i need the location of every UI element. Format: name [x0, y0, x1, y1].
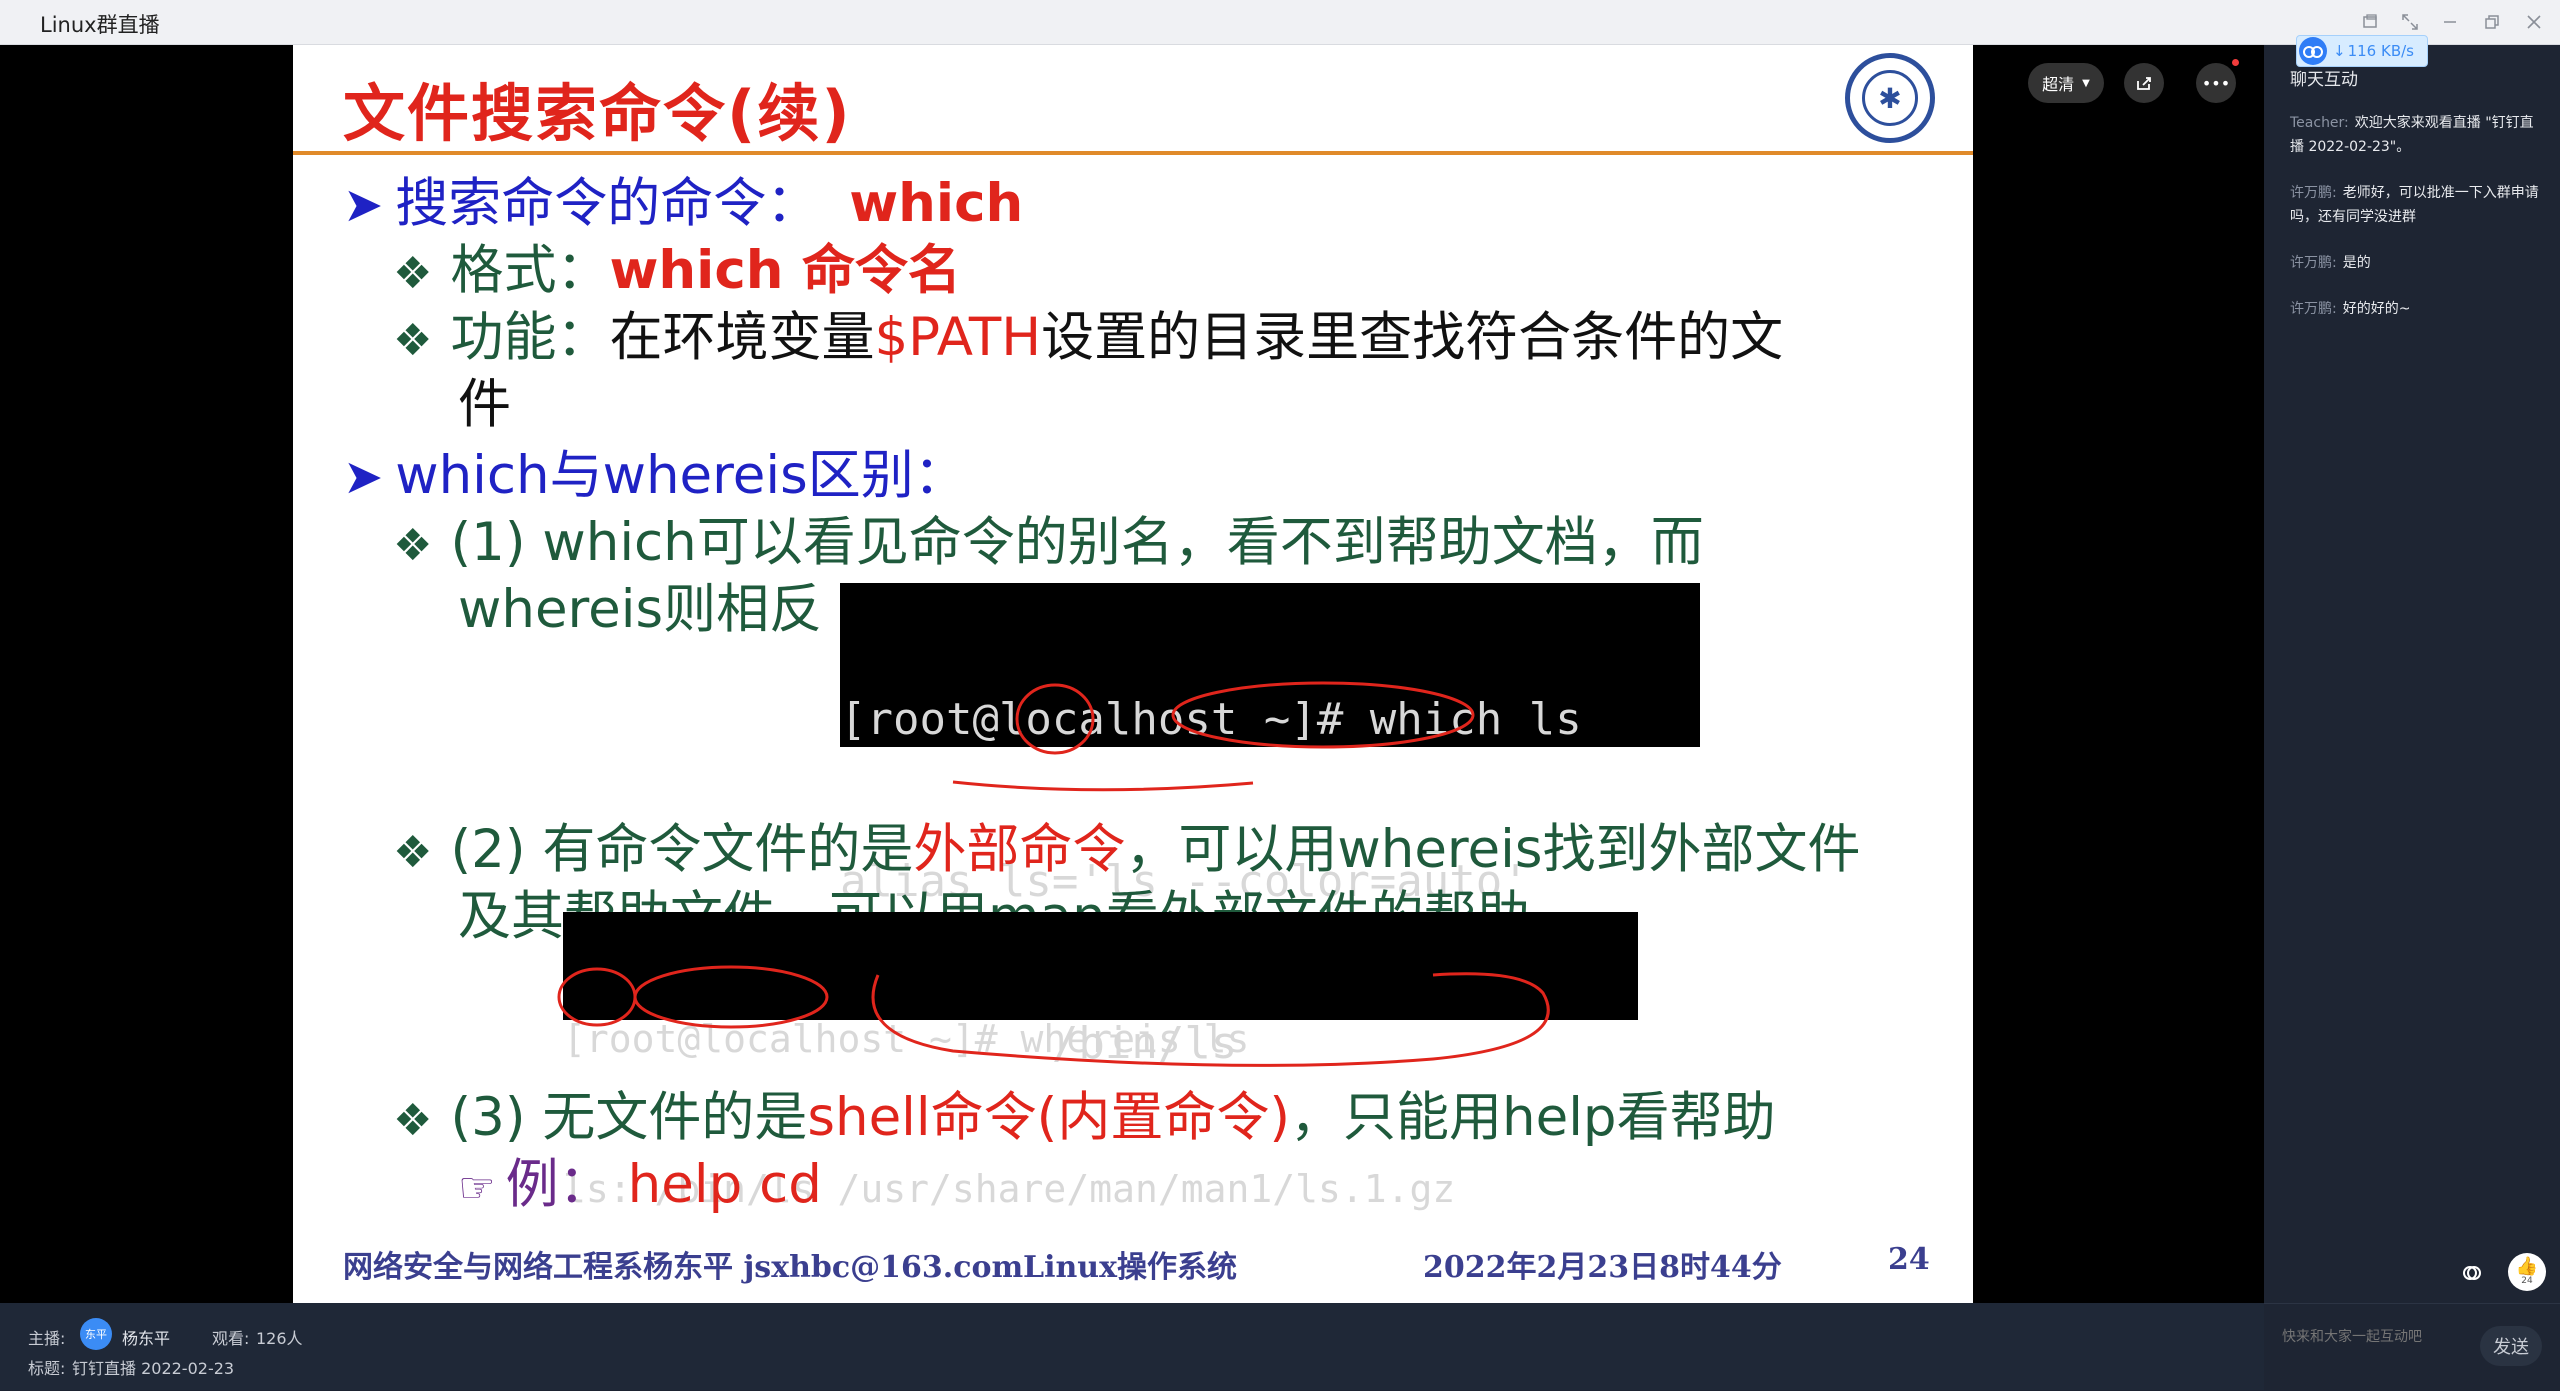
line9-highlight: shell命令(内置命令) — [807, 1087, 1290, 1148]
chat-input[interactable] — [2280, 1328, 2484, 1346]
video-area[interactable]: 文件搜索命令(续) ✱ ➤ 搜索命令的命令： which ❖ 格式：which 命令名… — [0, 45, 2264, 1303]
diamond-bullet-icon: ❖ — [393, 1095, 433, 1146]
diamond-bullet-icon: ❖ — [393, 520, 433, 571]
more-options-button[interactable]: ••• — [2196, 63, 2236, 103]
quality-label: 超清 — [2042, 75, 2075, 94]
share-button[interactable] — [2124, 63, 2164, 103]
live-title: 钉钉直播 2022-02-23 — [72, 1359, 235, 1378]
line5-text: (1) which可以看见命令的别名，看不到帮助文档，而 — [450, 512, 1704, 573]
message-author: Teacher: — [2290, 115, 2349, 131]
line7-text-b: ，可以用whereis找到外部文件 — [1125, 819, 1861, 880]
example-label: 例： — [505, 1154, 612, 1215]
slide-line-1: ➤ 搜索命令的命令： which — [343, 171, 1023, 238]
message-text: 好的好的~ — [2342, 301, 2411, 317]
host-avatar[interactable]: 东平 — [80, 1318, 112, 1350]
caret-down-icon: ▼ — [2082, 77, 2090, 89]
message-text: 是的 — [2342, 255, 2371, 271]
line2-value: which 命令名 — [609, 240, 961, 301]
notification-dot — [2232, 59, 2239, 66]
message-author: 许万鹏: — [2290, 185, 2337, 201]
viewers-label: 观看: — [212, 1329, 250, 1348]
footer-dept: 网络安全与网络工程系杨东平 jsxhbc@163.com — [343, 1250, 1024, 1285]
slide-line-9: ❖ (3) 无文件的是shell命令(内置命令)，只能用help看帮助 — [393, 1085, 1776, 1154]
slide-line-10: ☞ 例： help cd — [458, 1152, 822, 1221]
speed-text: 116 KB/s — [2347, 42, 2414, 60]
slide-line-3-cont: 件 — [458, 374, 511, 435]
university-logo: ✱ — [1845, 53, 1935, 143]
send-button[interactable]: 发送 — [2480, 1326, 2542, 1366]
title-divider — [293, 151, 1973, 155]
share-icon — [2137, 77, 2151, 90]
message-author: 许万鹏: — [2290, 301, 2337, 317]
message-author: 许万鹏: — [2290, 255, 2337, 271]
pointing-hand-icon: ☞ — [458, 1163, 496, 1212]
line1-command: which — [849, 173, 1024, 234]
slide-title: 文件搜索命令(续) — [343, 77, 852, 150]
line7-text-a: (2) 有命令文件的是 — [450, 819, 914, 880]
quality-select[interactable]: 超清 ▼ — [2028, 63, 2104, 103]
diamond-bullet-icon: ❖ — [393, 315, 433, 366]
thumbs-up-icon: 👍 — [2515, 1256, 2539, 1277]
slide-footer: 网络安全与网络工程系杨东平 jsxhbc@163.com Linux操作系统 2… — [343, 1242, 1930, 1286]
footer-date: 2022年2月23日8时44分 — [1423, 1250, 1782, 1285]
line1-label: 搜索命令的命令： — [395, 173, 820, 234]
red-annotation-marks — [952, 681, 1475, 792]
network-speed-badge: ↓ 116 KB/s — [2296, 35, 2428, 67]
footer-course: Linux操作系统 — [1023, 1250, 1237, 1285]
line3-var: $PATH — [874, 307, 1042, 368]
slide-line-2: ❖ 格式：which 命令名 — [393, 238, 961, 307]
like-button[interactable]: 👍 24 — [2508, 1253, 2546, 1291]
line3-text-a: 在环境变量 — [609, 307, 875, 368]
slide-line-3: ❖ 功能：在环境变量$PATH设置的目录里查找符合条件的文 — [393, 305, 1783, 374]
footer-page-number: 24 — [1888, 1242, 1930, 1277]
chat-message: 许万鹏: 好的好的~ — [2290, 297, 2540, 321]
chat-message: Teacher: 欢迎大家来观看直播 "钉钉直播 2022-02-23"。 — [2290, 111, 2540, 159]
host-name: 杨东平 — [122, 1329, 171, 1348]
like-count: 24 — [2521, 1276, 2533, 1286]
link-icon[interactable] — [2456, 1257, 2488, 1289]
live-info-bar: 主播: 杨东平 观看: 126人 标题: 钉钉直播 2022-02-23 — [0, 1303, 2264, 1390]
host-label: 主播: — [28, 1329, 66, 1348]
logo-emblem-icon: ✱ — [1862, 70, 1918, 126]
line9-text-a: (3) 无文件的是 — [450, 1087, 808, 1148]
example-value: help cd — [627, 1154, 822, 1215]
line2-label: 格式： — [450, 240, 610, 301]
chat-title: 聊天互动 — [2290, 70, 2358, 90]
line4-text: which与whereis区别： — [395, 445, 967, 506]
presentation-slide: 文件搜索命令(续) ✱ ➤ 搜索命令的命令： which ❖ 格式：which 命令名… — [293, 45, 1973, 1303]
line9-text-b: ，只能用help看帮助 — [1290, 1087, 1776, 1148]
arrow-bullet-icon: ➤ — [343, 449, 384, 505]
diamond-bullet-icon: ❖ — [393, 827, 433, 878]
chat-message: 许万鹏: 是的 — [2290, 251, 2540, 275]
viewer-count: 126人 — [256, 1329, 303, 1348]
download-arrow-icon: ↓ — [2333, 42, 2346, 60]
line3-label: 功能： — [450, 307, 610, 368]
red-annotation-marks-2 — [557, 965, 1550, 1067]
minimize-icon[interactable] — [2432, 4, 2468, 40]
window-title: Linux群直播 — [40, 13, 160, 37]
slide-line-7: ❖ (2) 有命令文件的是外部命令，可以用whereis找到外部文件 — [393, 817, 1861, 886]
chat-panel: 聊天互动 Teacher: 欢迎大家来观看直播 "钉钉直播 2022-02-23"… — [2264, 45, 2560, 1390]
diamond-bullet-icon: ❖ — [393, 248, 433, 299]
slide-line-4: ➤ which与whereis区别： — [343, 443, 967, 510]
close-icon[interactable] — [2516, 4, 2552, 40]
line7-highlight: 外部命令 — [913, 819, 1126, 880]
title-bar: Linux群直播 — [0, 0, 2560, 45]
line3-text-b: 设置的目录里查找符合条件的文 — [1041, 307, 1784, 368]
restore-icon[interactable] — [2474, 4, 2510, 40]
title-label: 标题: — [28, 1359, 66, 1378]
slide-line-6: whereis则相反 — [458, 579, 823, 640]
chat-message: 许万鹏: 老师好，可以批准一下入群申请吗，还有同学没进群 — [2290, 181, 2540, 229]
chat-input-area: 发送 — [2264, 1303, 2560, 1391]
slide-line-5: ❖ (1) which可以看见命令的别名，看不到帮助文档，而 — [393, 510, 1704, 579]
more-icon: ••• — [2201, 73, 2231, 93]
arrow-bullet-icon: ➤ — [343, 177, 384, 233]
cloud-logo-icon — [2299, 37, 2327, 65]
